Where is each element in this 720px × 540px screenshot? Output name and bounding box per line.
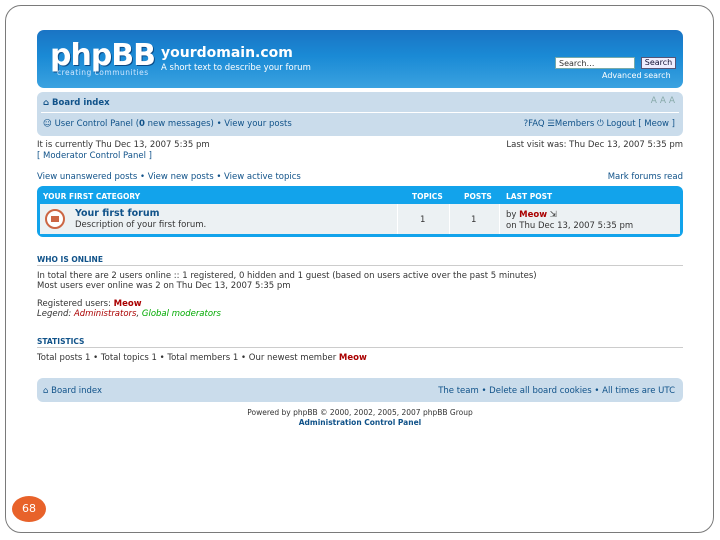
registered-label: Registered users:: [37, 299, 111, 309]
faq-link[interactable]: FAQ: [528, 119, 544, 129]
statistics-line: Total posts 1 • Total topics 1 • Total m…: [37, 353, 337, 363]
font-size-icon[interactable]: A A A: [651, 96, 675, 106]
powered-by: Powered by phpBB © 2000, 2002, 2005, 200…: [247, 408, 473, 417]
user-icon: ☺: [43, 119, 52, 129]
column-divider: [397, 204, 398, 234]
topics-count: 1: [420, 215, 426, 225]
action-links: View unanswered posts • View new posts •…: [37, 172, 683, 186]
view-latest-post-icon[interactable]: ⇲: [550, 210, 557, 220]
new-messages-link[interactable]: new messages): [145, 119, 214, 129]
footer-links[interactable]: The team • Delete all board cookies • Al…: [438, 386, 675, 396]
footer-board-index-link[interactable]: Board index: [51, 386, 102, 396]
forum-row: Your first forum Description of your fir…: [40, 204, 680, 234]
user-links: ☺ User Control Panel (0 new messages) • …: [43, 119, 292, 129]
mark-read-link[interactable]: Mark forums read: [608, 172, 683, 182]
column-divider: [499, 204, 500, 234]
site-description: A short text to describe your forum: [161, 63, 311, 73]
forum-page: phpBB creating communities yourdomain.co…: [37, 30, 683, 428]
acp-link[interactable]: Administration Control Panel: [37, 418, 683, 428]
statistics-info: Total posts 1 • Total topics 1 • Total m…: [37, 353, 683, 363]
nav-divider: [41, 112, 679, 113]
forum-description: Description of your first forum.: [75, 220, 207, 230]
site-title: yourdomain.com: [161, 45, 293, 61]
navbar: ⌂ Board index A A A ☺ User Control Panel…: [37, 92, 683, 136]
online-line-2: Most users ever online was 2 on Thu Dec …: [37, 281, 291, 291]
home-icon: ⌂: [43, 386, 52, 396]
copyright: Powered by phpBB © 2000, 2002, 2005, 200…: [37, 408, 683, 428]
logo-tagline: creating communities: [57, 68, 149, 77]
logout-icon: ⏻: [597, 119, 604, 129]
last-visit: Last visit was: Thu Dec 13, 2007 5:35 pm: [506, 140, 683, 150]
col-lastpost: LAST POST: [506, 192, 553, 201]
col-topics: TOPICS: [412, 192, 443, 201]
board-index-link[interactable]: Board index: [52, 98, 110, 108]
home-icon: ⌂: [43, 98, 53, 108]
ucp-link[interactable]: User Control Panel (: [55, 119, 139, 129]
current-time: It is currently Thu Dec 13, 2007 5:35 pm: [37, 140, 210, 150]
legend: Legend: Administrators, Global moderator…: [37, 309, 221, 319]
forum-read-icon: [45, 209, 65, 229]
search-input[interactable]: Search…: [555, 57, 635, 69]
category-name[interactable]: YOUR FIRST CATEGORY: [43, 192, 140, 201]
last-post: by Meow ⇲ on Thu Dec 13, 2007 5:35 pm: [506, 210, 633, 232]
search-button[interactable]: Search: [641, 57, 676, 69]
posts-count: 1: [471, 215, 477, 225]
category-header: YOUR FIRST CATEGORY TOPICS POSTS LAST PO…: [40, 186, 680, 204]
footer-breadcrumb: ⌂ Board index: [43, 386, 102, 396]
col-posts: POSTS: [464, 192, 492, 201]
mcp-link[interactable]: [ Moderator Control Panel ]: [37, 151, 210, 162]
last-by-label: by: [506, 210, 517, 220]
view-posts-link[interactable]: View your posts: [224, 119, 291, 129]
legend-gmod-link[interactable]: Global moderators: [142, 309, 221, 319]
online-info: In total there are 2 users online :: 1 r…: [37, 271, 683, 319]
site-header: phpBB creating communities yourdomain.co…: [37, 30, 683, 88]
members-icon: ☰: [547, 119, 555, 129]
logout-link[interactable]: Logout [ Meow ]: [606, 119, 675, 129]
category-block: YOUR FIRST CATEGORY TOPICS POSTS LAST PO…: [37, 186, 683, 237]
forum-name-link[interactable]: Your first forum: [75, 208, 160, 219]
breadcrumb: ⌂ Board index: [43, 98, 110, 108]
column-divider: [449, 204, 450, 234]
statistics-title: STATISTICS: [37, 337, 683, 348]
last-post-time: on Thu Dec 13, 2007 5:35 pm: [506, 221, 634, 231]
search-links[interactable]: View unanswered posts • View new posts •…: [37, 172, 301, 182]
legend-label: Legend:: [37, 309, 72, 319]
advanced-search-link[interactable]: Advanced search: [602, 71, 671, 80]
footer-navbar: ⌂ Board index The team • Delete all boar…: [37, 378, 683, 402]
account-links: ?FAQ ☰Members ⏻ Logout [ Meow ]: [524, 119, 675, 129]
registered-users: Registered users: Meow: [37, 299, 683, 309]
members-link[interactable]: Members: [555, 119, 594, 129]
newest-member-link[interactable]: Meow: [339, 353, 367, 363]
last-author-link[interactable]: Meow: [519, 210, 547, 220]
info-row: It is currently Thu Dec 13, 2007 5:35 pm…: [37, 140, 683, 170]
legend-admin-link[interactable]: Administrators: [74, 309, 137, 319]
online-line-1: In total there are 2 users online :: 1 r…: [37, 271, 537, 281]
registered-user-link[interactable]: Meow: [114, 299, 142, 309]
who-is-online-title[interactable]: WHO IS ONLINE: [37, 255, 683, 266]
page-number-badge: 68: [12, 496, 46, 522]
